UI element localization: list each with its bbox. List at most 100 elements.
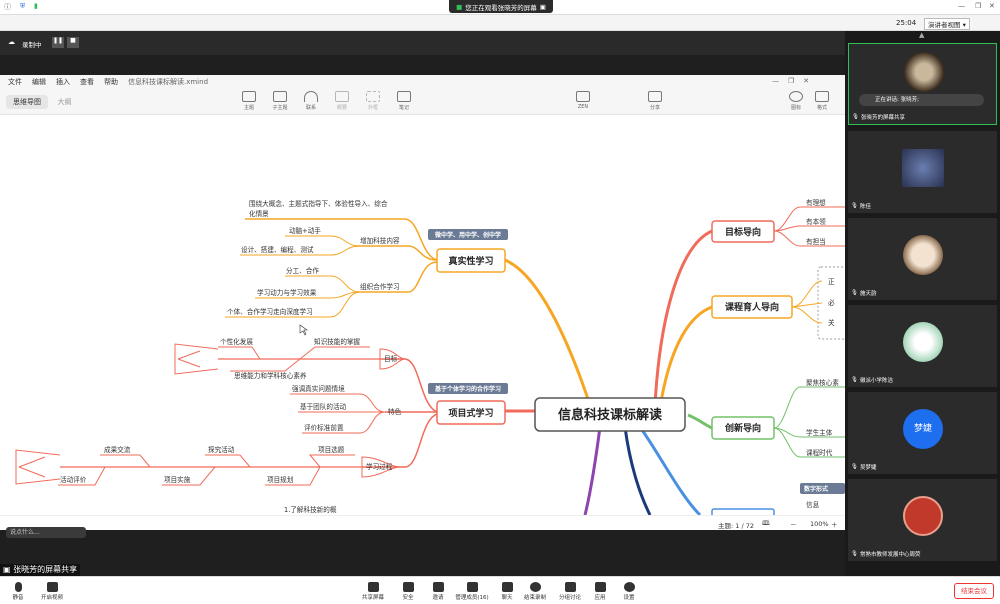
brush-icon bbox=[815, 91, 829, 102]
view-mode-button[interactable]: 演讲者视图 ▾ bbox=[924, 18, 970, 30]
avatar bbox=[903, 235, 943, 275]
scroll-up-icon[interactable]: ▲ bbox=[919, 31, 924, 39]
cat1-g2: 组织合作学习 bbox=[360, 282, 400, 291]
zoom-level[interactable]: 100% bbox=[810, 520, 829, 528]
minimize-icon[interactable]: — bbox=[958, 2, 965, 10]
breakout-icon bbox=[564, 582, 576, 592]
cat1-g1a: 动脑+动手 bbox=[289, 226, 321, 235]
boundary-button[interactable]: 外框 bbox=[362, 91, 384, 111]
participant-name: 🎙 陈佳 bbox=[851, 203, 871, 210]
cat2-title: 项目式学习 bbox=[448, 407, 493, 419]
format-button[interactable]: 格式 bbox=[811, 91, 833, 111]
shield-icon[interactable]: ⛨ bbox=[20, 2, 25, 11]
participant-tile[interactable]: 🎙 徽派小学陈洁 bbox=[848, 305, 997, 387]
stop-recording-button[interactable]: 结束录制 bbox=[521, 582, 549, 601]
topic-count: 主题: 1 / 72 bbox=[718, 522, 754, 530]
restore-icon[interactable]: ❐ bbox=[975, 2, 981, 10]
menu-insert[interactable]: 插入 bbox=[56, 77, 70, 87]
cat1-badge-text: 微中学、用中学、创中学 bbox=[434, 231, 501, 239]
menu-file[interactable]: 文件 bbox=[8, 77, 22, 87]
invite-icon bbox=[432, 582, 444, 592]
members-button[interactable]: 管理成员(16) bbox=[452, 582, 492, 601]
mindmap-canvas[interactable]: 信息科技课标解读 微中学、用中学、创中学 真实性学习 围绕大概念、主题式指导下、… bbox=[0, 115, 845, 515]
security-button[interactable]: 安全 bbox=[394, 582, 422, 601]
file-name: 信息科技课标解读.xmind bbox=[128, 78, 209, 86]
participant-tile[interactable]: 梦婕 🎙 吴梦婕 bbox=[848, 392, 997, 474]
zen-icon bbox=[576, 91, 590, 102]
video-button[interactable]: 开启视频 bbox=[38, 582, 66, 601]
icon-button[interactable]: 图标 bbox=[785, 91, 807, 111]
menu-help[interactable]: 帮助 bbox=[104, 77, 118, 87]
gear-icon bbox=[623, 582, 635, 592]
tab-mindmap[interactable]: 思维导图 bbox=[6, 95, 48, 109]
smile-icon bbox=[789, 91, 803, 102]
cat2-proc-a: 项目选题 bbox=[318, 445, 345, 454]
subtopic-icon bbox=[273, 91, 287, 102]
note-icon bbox=[397, 91, 411, 102]
r2c: 关 bbox=[828, 318, 835, 327]
recording-label: 录制中 bbox=[22, 41, 42, 49]
screen-share-icon: ■ bbox=[456, 2, 463, 11]
breakout-button[interactable]: 分组讨论 bbox=[556, 582, 584, 601]
avatar bbox=[902, 149, 944, 187]
expand-icon[interactable]: ▣ bbox=[540, 3, 546, 11]
subtopic-button[interactable]: 子主题 bbox=[269, 91, 291, 111]
mute-button[interactable]: 静音 bbox=[4, 582, 32, 601]
cat2-feat-c: 评价标准前置 bbox=[304, 423, 344, 432]
r3-title: 创新导向 bbox=[724, 422, 761, 434]
settings-button[interactable]: 设置 bbox=[615, 582, 643, 601]
cat1-g2b: 学习动力与学习效果 bbox=[257, 288, 317, 297]
participant-tile[interactable]: 🎙 陈佳 bbox=[848, 131, 997, 213]
chat-input[interactable]: 说点什么... bbox=[6, 527, 86, 538]
xmind-window: 文件 编辑 插入 查看 帮助 信息科技课标解读.xmind —❐✕ 思维导图 大… bbox=[0, 75, 845, 530]
r1a: 有理想 bbox=[806, 198, 826, 207]
cat2-proc-e: 成果交流 bbox=[104, 445, 131, 454]
central-topic-text: 信息科技课标解读 bbox=[558, 407, 662, 423]
note-button[interactable]: 笔记 bbox=[393, 91, 415, 111]
menu-edit[interactable]: 编辑 bbox=[32, 77, 46, 87]
view-tabs: 思维导图 大纲 bbox=[6, 95, 79, 109]
topic-button[interactable]: 主题 bbox=[238, 91, 260, 111]
zoom-out-icon[interactable]: － bbox=[790, 519, 797, 529]
participant-panel: ▲ 正在讲话: 张晓芳; 🎙 张晓芳的屏幕共享 🎙 陈佳 🎙 施天韵 🎙 徽派小学陈洁 … bbox=[845, 31, 1000, 576]
end-meeting-button[interactable]: 结束会议 bbox=[954, 583, 994, 599]
participant-tile[interactable]: 🎙 常熟市教师发展中心周荧 bbox=[848, 479, 997, 561]
zoom-in-icon[interactable]: ＋ bbox=[831, 519, 838, 529]
window-controls[interactable]: —❐✕ bbox=[772, 77, 818, 85]
participant-tile[interactable]: 正在讲话: 张晓芳; 🎙 张晓芳的屏幕共享 bbox=[848, 43, 997, 125]
cat1-g1: 增加科技内容 bbox=[360, 236, 400, 245]
summary-button[interactable]: 概要 bbox=[331, 91, 353, 111]
share-screen-button[interactable]: 共享屏幕 bbox=[359, 582, 387, 601]
relation-button[interactable]: 联系 bbox=[300, 91, 322, 111]
cat2-proc-c: 探究活动 bbox=[208, 445, 235, 454]
stop-icon[interactable]: ■ bbox=[67, 37, 79, 48]
pause-icon[interactable]: ❚❚ bbox=[52, 37, 64, 48]
close-icon[interactable]: ✕ bbox=[989, 2, 995, 10]
cursor-icon bbox=[299, 324, 308, 336]
cat2-feat-a: 强调真实问题情境 bbox=[292, 384, 345, 393]
apps-button[interactable]: 应用 bbox=[586, 582, 614, 601]
mic-icon: 🎙 bbox=[852, 114, 859, 120]
cat2-goal-c: 思维能力和学科核心素养 bbox=[234, 371, 307, 380]
chat-button[interactable]: 聊天 bbox=[493, 582, 521, 601]
zen-button[interactable]: ZEN bbox=[572, 91, 594, 110]
menu-view[interactable]: 查看 bbox=[80, 77, 94, 87]
avatar bbox=[903, 322, 943, 362]
cat2-proc-d: 项目实施 bbox=[164, 475, 191, 484]
cat2-feat: 特色 bbox=[388, 407, 402, 416]
participant-tile[interactable]: 🎙 施天韵 bbox=[848, 218, 997, 300]
apps-icon bbox=[594, 582, 606, 592]
cat2-proc-f: 活动评价 bbox=[60, 475, 87, 484]
cat2-goal: 目标 bbox=[384, 354, 398, 363]
book-icon[interactable]: 🕮 bbox=[762, 519, 770, 530]
cat2-proc-b: 项目规划 bbox=[267, 475, 294, 484]
tab-outline[interactable]: 大纲 bbox=[51, 95, 79, 109]
share-icon bbox=[648, 91, 662, 102]
info-icon[interactable]: ⓘ bbox=[4, 2, 11, 12]
share-banner[interactable]: ■ 您正在观看张晓芳的屏幕 ▣ bbox=[449, 0, 553, 13]
share-button[interactable]: 分享 bbox=[644, 91, 666, 111]
mic-icon bbox=[14, 582, 22, 592]
invite-button[interactable]: 邀请 bbox=[424, 582, 452, 601]
signal-icon: ▮ bbox=[34, 2, 38, 10]
participant-name: 🎙 张晓芳的屏幕共享 bbox=[852, 114, 905, 121]
